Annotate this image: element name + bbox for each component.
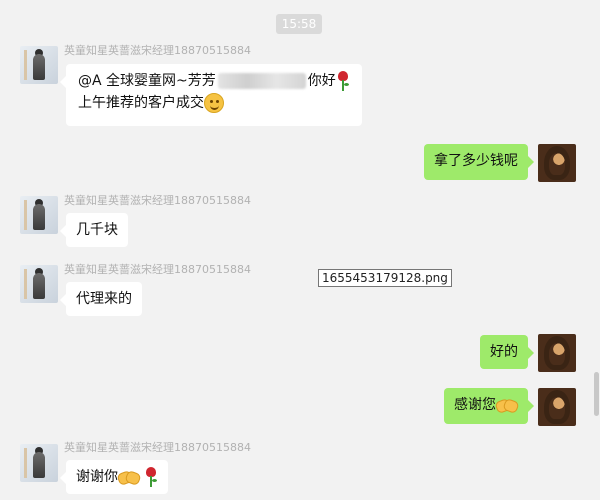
contact-avatar[interactable] — [20, 444, 58, 482]
sender-name: 英童知星英蔷滋宋经理18870515884 — [64, 194, 251, 207]
timestamp: 15:58 — [276, 14, 322, 34]
message-bubble[interactable]: 拿了多少钱呢 — [424, 144, 534, 180]
my-avatar[interactable] — [538, 144, 576, 182]
filename-tooltip: 1655453179128.png — [318, 269, 452, 287]
handshake-icon — [118, 469, 140, 485]
my-avatar[interactable] — [538, 388, 576, 426]
message-text: 上午推荐的客户成交 — [78, 95, 204, 111]
message-text: 几千块 — [76, 222, 118, 238]
message-text: 你好 — [307, 73, 336, 89]
message-bubble[interactable]: 代理来的 — [60, 282, 142, 316]
message-bubble[interactable]: @A 全球婴童网~芳芳 你好 上午推荐的客户成交 — [60, 64, 362, 126]
handshake-icon — [496, 397, 518, 413]
sender-name: 英童知星英蔷滋宋经理18870515884 — [64, 44, 251, 57]
message-text: 谢谢你 — [76, 469, 118, 485]
message-text: 代理来的 — [76, 291, 132, 307]
message-text: 感谢您 — [454, 397, 496, 413]
message-bubble[interactable]: 好的 — [480, 335, 534, 369]
my-avatar[interactable] — [538, 334, 576, 372]
rose-icon — [144, 467, 158, 487]
message-text: 好的 — [490, 344, 518, 360]
message-bubble[interactable]: 感谢您 — [444, 388, 534, 424]
message-text: 拿了多少钱呢 — [434, 153, 518, 169]
message-bubble[interactable]: 几千块 — [60, 213, 128, 247]
sender-name: 英童知星英蔷滋宋经理18870515884 — [64, 441, 251, 454]
contact-avatar[interactable] — [20, 196, 58, 234]
smile-emoji-icon — [204, 93, 224, 113]
scrollbar[interactable] — [594, 372, 599, 416]
message-bubble[interactable]: 谢谢你 — [59, 460, 169, 494]
contact-avatar[interactable] — [20, 265, 58, 303]
sender-name: 英童知星英蔷滋宋经理18870515884 — [64, 263, 251, 276]
rose-icon — [336, 71, 350, 91]
blurred-text — [217, 73, 306, 89]
contact-avatar[interactable] — [20, 46, 58, 84]
message-text: @A 全球婴童网~芳芳 — [78, 73, 216, 89]
